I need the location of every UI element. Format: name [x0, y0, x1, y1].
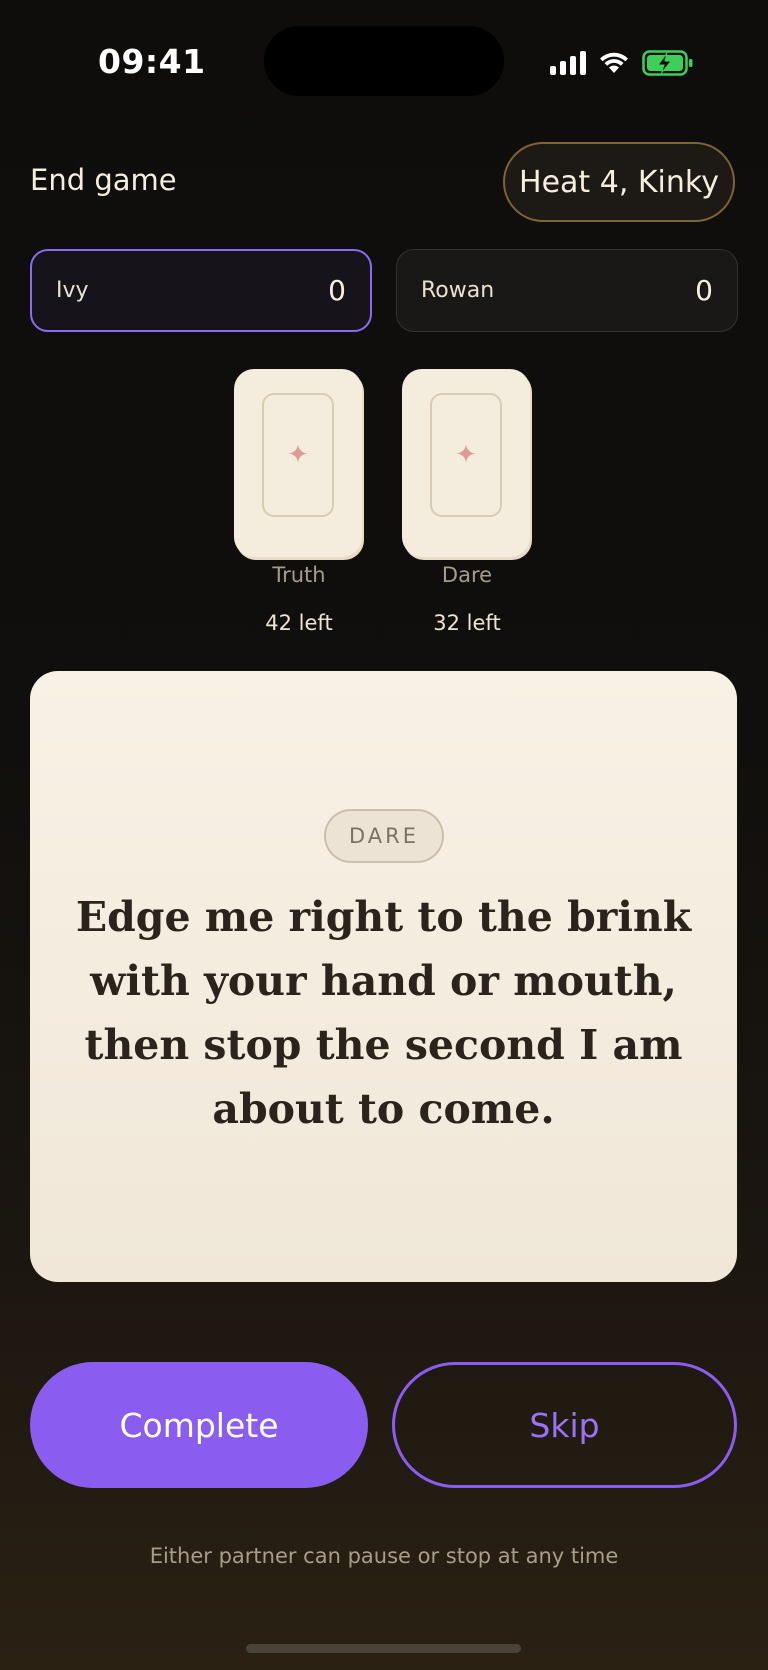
- safety-note: Either partner can pause or stop at any …: [149, 1544, 619, 1568]
- complete-button-label: Complete: [119, 1405, 279, 1445]
- player-score: 0: [695, 274, 713, 307]
- prompt-card: DARE Edge me right to the brink with you…: [30, 671, 737, 1282]
- player-name: Rowan: [421, 278, 495, 303]
- dare-deck-card[interactable]: ✦: [402, 369, 530, 557]
- battery-charging-icon: [642, 50, 694, 76]
- deck-card-frame: ✦: [262, 393, 334, 517]
- deck-count-dare: 32 left: [433, 611, 501, 635]
- dynamic-island: [264, 26, 504, 96]
- category-badge: DARE: [324, 809, 444, 863]
- heat-level-button[interactable]: Heat 4, Kinky: [503, 142, 735, 222]
- skip-button-label: Skip: [529, 1405, 600, 1445]
- status-bar: 09:41: [0, 0, 768, 120]
- prompt-text: Edge me right to the brink with your han…: [75, 893, 692, 1133]
- player-name: Ivy: [56, 278, 89, 303]
- sparkle-icon: ✦: [455, 440, 477, 470]
- deck-count-truth: 42 left: [265, 611, 333, 635]
- player-score: 0: [328, 274, 346, 307]
- truth-deck[interactable]: ✦ Truth 42 left: [234, 369, 364, 635]
- player-card-ivy[interactable]: Ivy 0: [30, 249, 372, 332]
- signal-icon: [550, 51, 586, 75]
- wifi-icon: [598, 51, 630, 75]
- home-indicator[interactable]: [246, 1644, 521, 1653]
- complete-button[interactable]: Complete: [30, 1362, 368, 1488]
- heat-level-label: Heat 4, Kinky: [519, 164, 719, 200]
- status-icons: [550, 48, 694, 78]
- player-card-rowan[interactable]: Rowan 0: [396, 249, 738, 332]
- deck-label-truth: Truth: [272, 563, 326, 587]
- end-game-button[interactable]: End game: [30, 163, 177, 197]
- truth-deck-card[interactable]: ✦: [234, 369, 362, 557]
- dare-deck[interactable]: ✦ Dare 32 left: [402, 369, 532, 635]
- deck-label-dare: Dare: [441, 563, 493, 587]
- status-time: 09:41: [98, 42, 206, 81]
- skip-button[interactable]: Skip: [392, 1362, 737, 1488]
- sparkle-icon: ✦: [287, 440, 309, 470]
- deck-card-frame: ✦: [430, 393, 502, 517]
